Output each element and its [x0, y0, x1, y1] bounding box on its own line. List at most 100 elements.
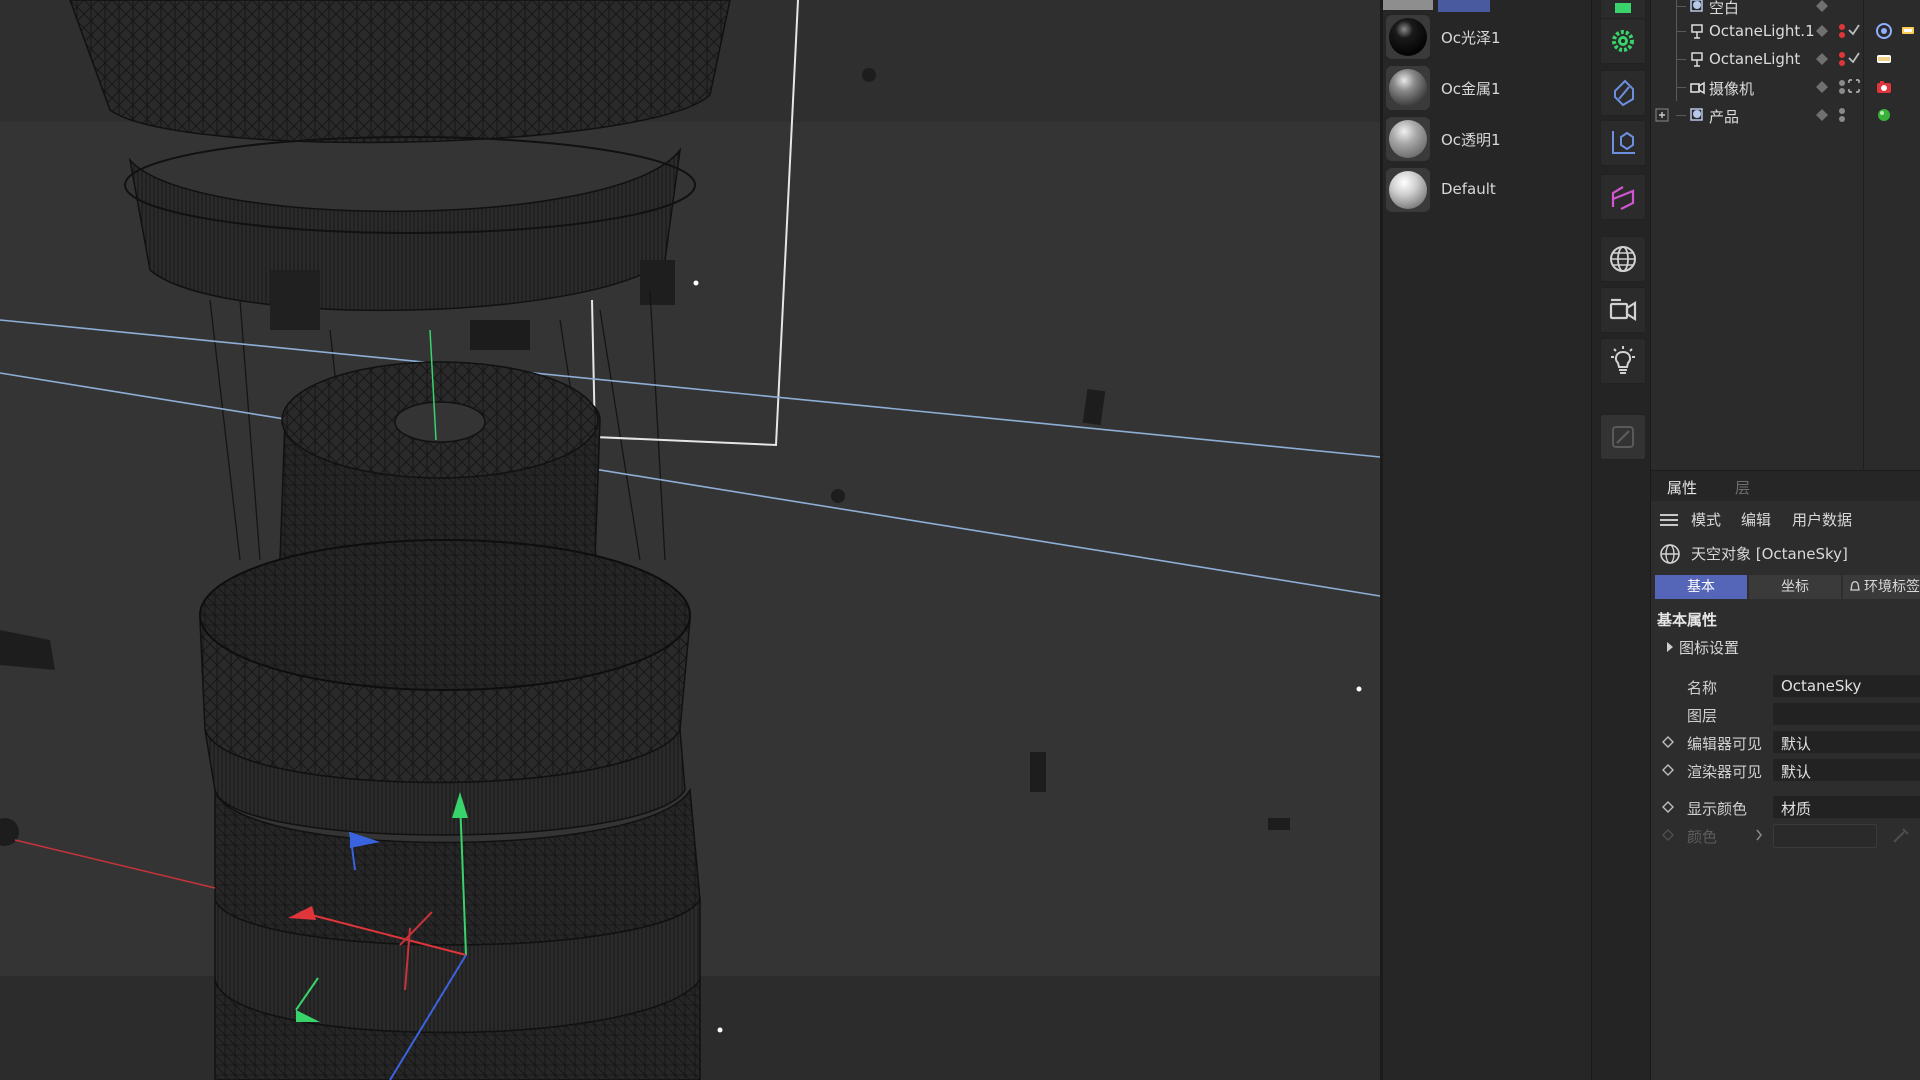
- visibility-dots-icon[interactable]: [1838, 23, 1846, 39]
- property-label: 图层: [1687, 707, 1718, 725]
- layer-field[interactable]: [1773, 703, 1920, 725]
- tree-line: [1676, 31, 1686, 32]
- menu-user-data[interactable]: 用户数据: [1792, 509, 1852, 530]
- coordinate-icon[interactable]: [1600, 120, 1646, 166]
- object-name: OctaneLight.1: [1709, 22, 1815, 40]
- property-label: 颜色: [1687, 828, 1718, 846]
- subtab-basic[interactable]: 基本: [1655, 575, 1747, 599]
- subtab-label: 环境标签: [1864, 579, 1920, 595]
- material-preview: [1386, 66, 1430, 110]
- collapse-arrow-icon: [1667, 642, 1673, 652]
- name-field[interactable]: OctaneSky: [1773, 675, 1920, 697]
- color-field: [1773, 824, 1877, 848]
- camera-icon[interactable]: [1600, 287, 1646, 333]
- enabled-check-icon[interactable]: [1848, 23, 1860, 37]
- attribute-object-header: 天空对象 [OctaneSky]: [1651, 535, 1920, 569]
- visibility-dots-icon[interactable]: [1838, 51, 1846, 67]
- expand-plus-icon[interactable]: [1655, 108, 1669, 122]
- camera-object-icon: [1690, 81, 1705, 95]
- enabled-check-icon[interactable]: [1848, 51, 1860, 65]
- material-preview: [1386, 117, 1430, 161]
- visibility-dots-icon[interactable]: [1838, 79, 1846, 95]
- menu-mode[interactable]: 模式: [1691, 509, 1721, 530]
- tree-line: [1676, 115, 1686, 116]
- keyframe-diamond-icon[interactable]: [1662, 764, 1674, 776]
- null-object-icon: [1690, 108, 1703, 121]
- light-bulb-icon[interactable]: [1600, 338, 1646, 384]
- material-item[interactable]: Oc透明1: [1383, 114, 1591, 164]
- null-object-dots: [693, 280, 1362, 1033]
- property-row: 图层: [1651, 701, 1920, 727]
- layer-diamond-icon[interactable]: [1816, 81, 1828, 93]
- frame-bracket-icon[interactable]: [1848, 79, 1860, 93]
- x-axis-line: [14, 839, 216, 889]
- keyframe-diamond-icon: [1662, 829, 1674, 841]
- property-label: 名称: [1687, 679, 1718, 697]
- tab-attributes[interactable]: 属性: [1667, 477, 1697, 498]
- object-type-label: 天空对象 [OctaneSky]: [1691, 545, 1848, 563]
- object-name: OctaneLight: [1709, 50, 1801, 68]
- object-row[interactable]: OctaneLight: [1651, 45, 1920, 73]
- octane-light-icon: [1691, 24, 1703, 39]
- visibility-dots-icon[interactable]: [1838, 107, 1846, 123]
- tab-layers[interactable]: 层: [1735, 477, 1750, 498]
- layer-diamond-icon[interactable]: [1816, 53, 1828, 65]
- section-title: 基本属性: [1657, 611, 1718, 629]
- octane-camera-tag-icon[interactable]: [1875, 78, 1893, 96]
- property-value: 默认: [1781, 763, 1812, 781]
- tree-line: [1676, 6, 1686, 7]
- editor-visible-dropdown[interactable]: 默认: [1773, 731, 1920, 753]
- material-preview: [1386, 15, 1430, 59]
- globe-icon[interactable]: [1600, 236, 1646, 282]
- material-preview: [1386, 168, 1430, 212]
- material-item[interactable]: Default: [1383, 165, 1591, 215]
- green-material-tag-icon[interactable]: [1875, 106, 1893, 124]
- display-color-dropdown[interactable]: 材质: [1773, 796, 1920, 818]
- subtab-environment-tag[interactable]: 环境标签: [1843, 575, 1920, 599]
- material-thumb-partial: [1383, 0, 1433, 10]
- property-row: 编辑器可见 默认: [1651, 729, 1920, 755]
- product-top-mesh: [69, 0, 731, 350]
- hamburger-menu-icon[interactable]: [1659, 513, 1679, 527]
- layer-diamond-icon[interactable]: [1816, 25, 1828, 37]
- property-row: 渲染器可见 默认: [1651, 757, 1920, 783]
- property-row: 名称 OctaneSky: [1651, 673, 1920, 699]
- menu-edit[interactable]: 编辑: [1741, 509, 1771, 530]
- light-tag-icon[interactable]: [1875, 50, 1893, 68]
- material-name: Oc光泽1: [1441, 29, 1501, 47]
- subtab-coordinates[interactable]: 坐标: [1749, 575, 1841, 599]
- property-value: OctaneSky: [1781, 677, 1862, 695]
- spline-tool-icon[interactable]: [1600, 174, 1646, 220]
- 3d-viewport[interactable]: [0, 0, 1380, 1080]
- target-tag-icon[interactable]: [1875, 22, 1893, 40]
- property-value: 材质: [1781, 800, 1812, 818]
- gear-icon[interactable]: [1600, 18, 1646, 64]
- light-tag-icon[interactable]: [1901, 25, 1915, 37]
- object-row[interactable]: 摄像机: [1651, 73, 1920, 101]
- property-label: 编辑器可见: [1687, 735, 1763, 753]
- render-visible-dropdown[interactable]: 默认: [1773, 759, 1920, 781]
- tag-bell-icon: [1850, 581, 1860, 591]
- viewport-scene[interactable]: [0, 0, 1380, 1080]
- right-panel: 空白 OctaneLight.1 OctaneLight 摄像机 产品 属性 层…: [1650, 0, 1920, 1080]
- globe-icon: [1660, 544, 1680, 564]
- property-value: 默认: [1781, 735, 1812, 753]
- object-row[interactable]: OctaneLight.1: [1651, 17, 1920, 45]
- keyframe-diamond-icon[interactable]: [1662, 736, 1674, 748]
- keyframe-diamond-icon[interactable]: [1662, 801, 1674, 813]
- material-manager: Oc光泽1 Oc金属1 Oc透明1 Default: [1383, 0, 1591, 1080]
- layer-diamond-icon[interactable]: [1816, 0, 1828, 12]
- deformer-icon[interactable]: [1600, 70, 1646, 116]
- edit-pen-icon[interactable]: [1600, 414, 1646, 460]
- attribute-menu-bar: 模式 编辑 用户数据: [1651, 501, 1920, 535]
- material-name: Oc透明1: [1441, 131, 1501, 149]
- layer-diamond-icon[interactable]: [1816, 109, 1828, 121]
- octane-light-icon: [1691, 52, 1703, 67]
- object-row[interactable]: 产品: [1651, 101, 1920, 129]
- icon-settings-group[interactable]: 图标设置: [1667, 637, 1739, 658]
- material-item[interactable]: Oc金属1: [1383, 63, 1591, 113]
- null-object-icon: [1690, 0, 1703, 12]
- object-manager: 空白 OctaneLight.1 OctaneLight 摄像机 产品: [1651, 0, 1920, 470]
- attribute-subtabs: 基本 坐标 环境标签: [1655, 575, 1920, 599]
- material-item[interactable]: Oc光泽1: [1383, 12, 1591, 62]
